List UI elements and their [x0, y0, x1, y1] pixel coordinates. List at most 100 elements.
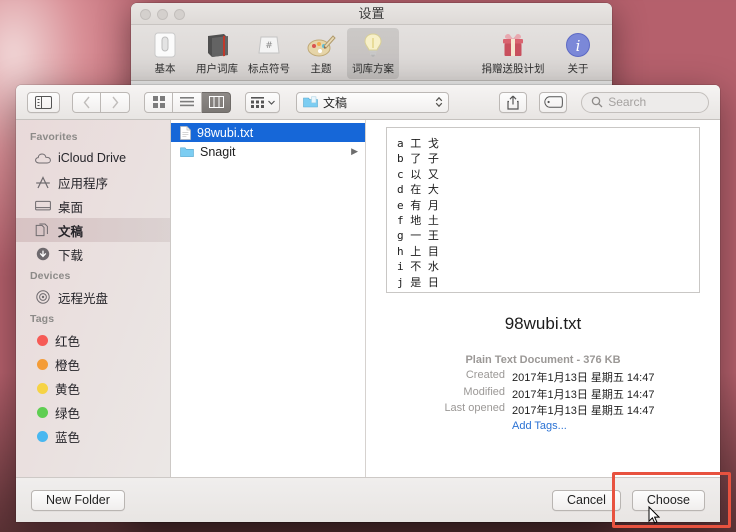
- column-view-icon[interactable]: [202, 91, 232, 113]
- forward-button[interactable]: [101, 91, 131, 113]
- folder-icon: [180, 147, 194, 157]
- toolbar-item-donation[interactable]: 捐赠送股计划: [474, 28, 552, 79]
- sidebar-item-tag-green[interactable]: 绿色: [16, 400, 170, 424]
- gift-icon: [499, 30, 527, 60]
- preview-filename: 98wubi.txt: [504, 314, 582, 333]
- cancel-button[interactable]: Cancel: [551, 489, 621, 511]
- search-icon: [591, 96, 603, 108]
- sidebar-item-tag-blue[interactable]: 蓝色: [16, 424, 170, 448]
- metadata-value: 2017年1月13日 星期五 14:47: [512, 405, 655, 417]
- sidebar-section-header: Favorites: [30, 131, 78, 143]
- toolbar-item-theme[interactable]: 主题: [295, 28, 347, 79]
- preview-line: f 地 土: [397, 214, 439, 228]
- navigation-toolbar: 文稿 Search: [16, 85, 720, 120]
- settings-titlebar: 设置: [131, 3, 612, 25]
- text-file-icon: [180, 125, 191, 140]
- minimize-button[interactable]: [157, 9, 168, 20]
- tag-color-dot: [37, 382, 48, 394]
- toolbar-item-about[interactable]: i 关于: [552, 28, 604, 79]
- metadata-value: 2017年1月13日 星期五 14:47: [512, 372, 655, 384]
- sidebar-item-tag-red[interactable]: 红色: [16, 328, 170, 352]
- sidebar-item-downloads[interactable]: 下载: [16, 242, 170, 266]
- desktop-icon: [34, 200, 51, 212]
- column-browser: 98wubi.txt Snagit ▶ a 工 戈 b 了 子 c 以 又 d …: [171, 120, 720, 477]
- toolbar-item-label: 关于: [567, 63, 589, 75]
- icon-view-icon[interactable]: [144, 91, 174, 113]
- lightbulb-icon: [361, 30, 385, 60]
- sidebar-item-label: 远程光盘: [58, 291, 109, 306]
- preview-line: i 不 水: [397, 260, 439, 274]
- toolbar-item-label: 捐赠送股计划: [481, 63, 545, 75]
- cloud-icon: [34, 152, 51, 164]
- list-view-icon[interactable]: [173, 91, 203, 113]
- add-tags-link[interactable]: Add Tags...: [385, 420, 701, 432]
- preview-line: g 一 王: [397, 229, 439, 243]
- share-icon[interactable]: [499, 91, 528, 113]
- sidebar-item-label: 桌面: [58, 200, 84, 215]
- applications-icon: [34, 175, 51, 189]
- back-forward-group: [72, 91, 131, 113]
- sidebar-item-label: iCloud Drive: [58, 151, 127, 165]
- remote-disc-icon: [34, 290, 51, 304]
- sidebar-section-header: Devices: [30, 270, 71, 282]
- toolbar-item-punctuation[interactable]: # 标点符号: [243, 28, 295, 79]
- sidebar-item-icloud-drive[interactable]: iCloud Drive: [16, 146, 170, 170]
- metadata-key: Modified: [463, 385, 505, 398]
- close-button[interactable]: [140, 9, 151, 20]
- metadata-key: Last opened: [444, 402, 505, 414]
- sidebar-item-applications[interactable]: 应用程序: [16, 170, 170, 194]
- sidebar-item-label: 绿色: [55, 406, 81, 421]
- sidebar-item-desktop[interactable]: 桌面: [16, 194, 170, 218]
- tag-color-dot: [37, 334, 48, 346]
- sidebar-item-tag-orange[interactable]: 橙色: [16, 352, 170, 376]
- maximize-button[interactable]: [174, 9, 185, 20]
- toolbar-item-user-dictionary[interactable]: 用户词库: [191, 28, 243, 79]
- search-input[interactable]: Search: [581, 91, 710, 113]
- window-title: 设置: [358, 6, 385, 21]
- path-popup-button[interactable]: 文稿: [296, 91, 450, 113]
- sidebar-item-documents[interactable]: 文稿: [16, 218, 170, 242]
- sidebar: Favorites iCloud Drive 应用程序 桌面 文稿 下载 Dev…: [16, 120, 171, 477]
- sidebar-item-label: 应用程序: [58, 176, 109, 191]
- settings-toolbar: 基本 用户词库 # 标点符号 主题 词库方案 捐赠送股计划 i 关于: [131, 25, 612, 81]
- tag-icon[interactable]: [539, 91, 568, 113]
- documents-icon: [34, 223, 51, 237]
- svg-text:i: i: [576, 37, 581, 55]
- sidebar-item-label: 蓝色: [55, 430, 81, 445]
- sidebar-item-tag-yellow[interactable]: 黄色: [16, 376, 170, 400]
- back-button[interactable]: [72, 91, 102, 113]
- dialog-bottom-bar: New Folder Cancel Choose: [16, 477, 720, 522]
- file-list-item[interactable]: Snagit ▶: [171, 142, 365, 161]
- toolbar-item-label: 基本: [154, 63, 176, 75]
- preview-line: b 了 子: [397, 152, 439, 166]
- metadata-row: Modified 2017年1月13日 星期五 14:47: [385, 386, 701, 402]
- preview-column: a 工 戈 b 了 子 c 以 又 d 在 大 e 有 月 f 地 土 g 一 …: [366, 120, 720, 477]
- metadata-row: Last opened 2017年1月13日 星期五 14:47: [385, 402, 701, 418]
- preview-line: a 工 戈: [397, 137, 439, 150]
- keyboard-key-icon: #: [256, 30, 282, 60]
- choose-button[interactable]: Choose: [631, 489, 705, 511]
- file-metadata: Plain Text Document - 376 KB Created 201…: [385, 354, 701, 432]
- search-placeholder: Search: [608, 95, 647, 109]
- sidebar-item-remote-disc[interactable]: 远程光盘: [16, 285, 170, 309]
- dialog-body: Favorites iCloud Drive 应用程序 桌面 文稿 下载 Dev…: [16, 120, 720, 477]
- chevron-updown-icon: [435, 96, 443, 108]
- sidebar-item-label: 文稿: [58, 224, 84, 239]
- preview-line: e 有 月: [397, 198, 439, 212]
- metadata-value: 2017年1月13日 星期五 14:47: [512, 388, 655, 401]
- file-text-preview: a 工 戈 b 了 子 c 以 又 d 在 大 e 有 月 f 地 土 g 一 …: [386, 127, 700, 293]
- toolbar-item-dictionary-scheme[interactable]: 词库方案: [347, 28, 399, 79]
- file-list-column: 98wubi.txt Snagit ▶: [171, 120, 366, 477]
- sidebar-item-label: 红色: [55, 334, 81, 349]
- new-folder-button[interactable]: New Folder: [31, 489, 125, 511]
- sidebar-item-label: 黄色: [55, 382, 81, 397]
- file-list-item[interactable]: 98wubi.txt: [171, 123, 365, 142]
- toolbar-item-label: 用户词库: [196, 63, 238, 75]
- palette-icon: [306, 30, 336, 60]
- action-menu-icon[interactable]: [245, 91, 281, 113]
- toolbar-item-basic[interactable]: 基本: [139, 28, 191, 79]
- tag-color-dot: [37, 406, 48, 418]
- path-popup-label: 文稿: [323, 95, 348, 110]
- info-icon: i: [564, 30, 592, 60]
- sidebar-toggle-icon[interactable]: [27, 91, 61, 113]
